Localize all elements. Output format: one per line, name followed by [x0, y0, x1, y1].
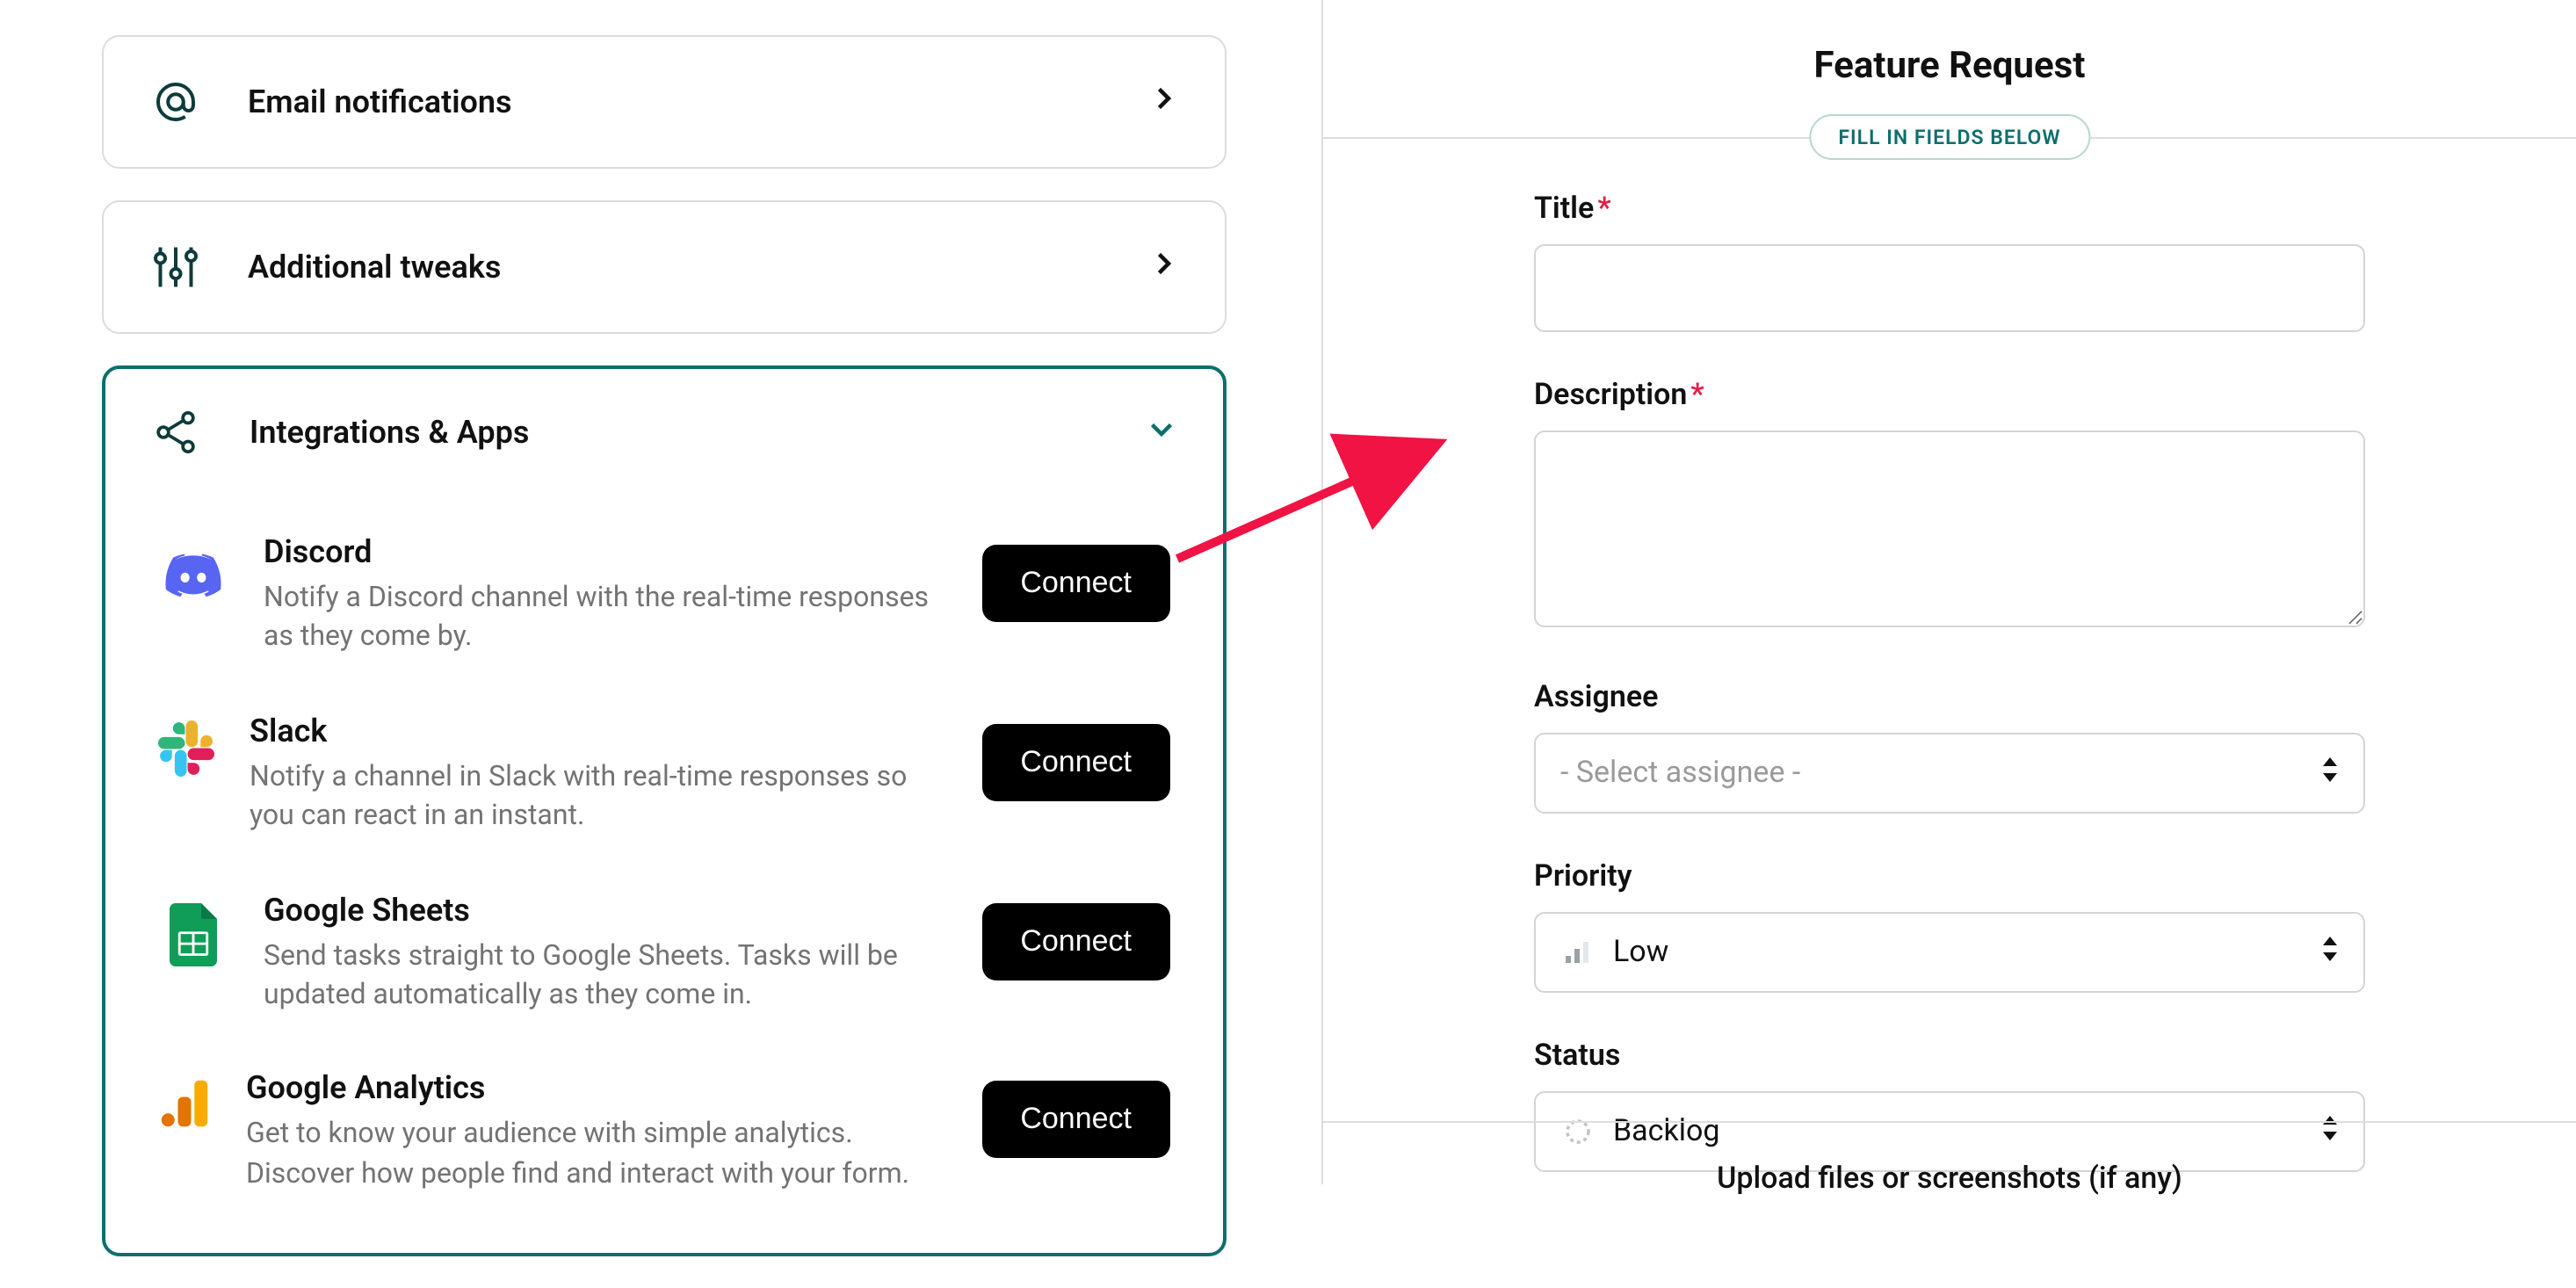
assignee-select[interactable]: - Select assignee -: [1534, 733, 2365, 814]
field-title: Title*: [1534, 192, 2365, 332]
chevron-right-icon: [1147, 248, 1179, 286]
connect-button[interactable]: Connect: [981, 902, 1170, 980]
connect-button[interactable]: Connect: [981, 1082, 1170, 1159]
form-bottom-divider: [1323, 1121, 2576, 1123]
integration-title: Google Sheets: [264, 892, 946, 929]
priority-value: Low: [1613, 935, 2339, 970]
assignee-label: Assignee: [1534, 680, 2365, 715]
upload-hint: Upload files or screenshots (if any): [1323, 1161, 2576, 1197]
chevron-right-icon: [1147, 83, 1179, 121]
priority-select[interactable]: Low: [1534, 912, 2365, 993]
form-title: Feature Request: [1323, 0, 2576, 88]
select-caret-icon: [2321, 1114, 2339, 1149]
integration-desc: Notify a Discord channel with the real-t…: [264, 578, 946, 657]
integration-desc: Get to know your audience with simple an…: [246, 1115, 946, 1194]
slack-icon: [158, 720, 214, 777]
integration-title: Slack: [250, 713, 946, 750]
sliders-icon: [149, 241, 213, 293]
integration-title: Google Analytics: [246, 1071, 946, 1108]
connect-button[interactable]: Connect: [981, 724, 1170, 801]
card-integrations-apps: Integrations & Apps Discord Notify a Dis…: [102, 365, 1226, 1256]
share-icon: [151, 408, 214, 457]
integration-discord: Discord Notify a Discord channel with th…: [123, 506, 1205, 685]
card-additional-tweaks[interactable]: Additional tweaks: [102, 200, 1226, 334]
description-textarea[interactable]: [1534, 431, 2365, 627]
card-integrations-header[interactable]: Integrations & Apps: [105, 369, 1223, 496]
settings-panel: Email notifications Additional tweaks: [102, 0, 1226, 1288]
description-label: Description*: [1534, 378, 2365, 413]
form-preview-panel: Feature Request FILL IN FIELDS BELOW Tit…: [1323, 0, 2576, 1218]
form-body: Title* Description* Assignee - Select as…: [1323, 139, 2576, 1172]
integration-desc: Send tasks straight to Google Sheets. Ta…: [264, 936, 946, 1015]
at-sign-icon: [149, 76, 213, 128]
field-priority: Priority Low: [1534, 859, 2365, 993]
field-status: Status Backlog: [1534, 1038, 2365, 1172]
select-caret-icon: [2321, 756, 2339, 791]
google-analytics-icon: [158, 1078, 211, 1131]
card-email-notifications[interactable]: Email notifications: [102, 35, 1226, 169]
priority-label: Priority: [1534, 859, 2365, 894]
assignee-placeholder: - Select assignee -: [1560, 756, 2339, 791]
card-title: Email notifications: [248, 83, 1147, 120]
integration-desc: Notify a channel in Slack with real-time…: [250, 757, 946, 836]
field-description: Description*: [1534, 378, 2365, 634]
card-title: Additional tweaks: [248, 249, 1147, 286]
status-label: Status: [1534, 1038, 2365, 1074]
priority-low-icon: [1560, 940, 1596, 965]
chevron-down-icon: [1146, 413, 1177, 452]
card-title: Integrations & Apps: [250, 414, 1146, 451]
field-assignee: Assignee - Select assignee -: [1534, 680, 2365, 814]
title-input[interactable]: [1534, 244, 2365, 332]
integration-title: Discord: [264, 534, 946, 571]
google-sheets-icon: [158, 899, 228, 969]
status-select[interactable]: Backlog: [1534, 1091, 2365, 1172]
connect-button[interactable]: Connect: [981, 545, 1170, 622]
integrations-list: Discord Notify a Discord channel with th…: [105, 496, 1223, 1253]
integration-google-analytics: Google Analytics Get to know your audien…: [123, 1043, 1205, 1222]
title-label: Title*: [1534, 192, 2365, 227]
select-caret-icon: [2321, 935, 2339, 970]
integration-slack: Slack Notify a channel in Slack with rea…: [123, 685, 1205, 865]
integration-google-sheets: Google Sheets Send tasks straight to Goo…: [123, 864, 1205, 1043]
status-value: Backlog: [1613, 1114, 2339, 1149]
discord-icon: [158, 541, 228, 611]
